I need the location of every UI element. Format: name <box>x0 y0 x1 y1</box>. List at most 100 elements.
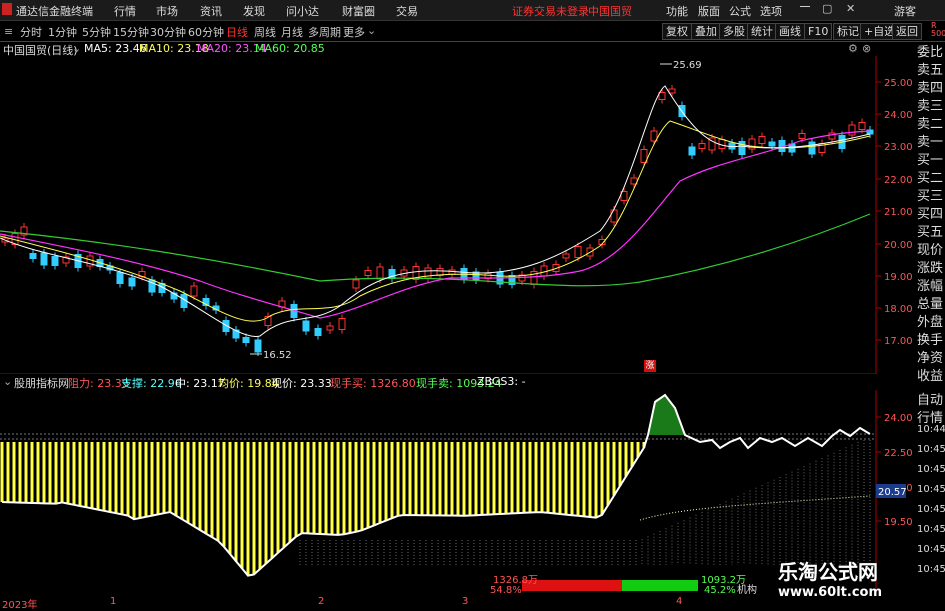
indicator-name: 股朋指标网 <box>14 377 69 390</box>
tongji-button[interactable]: 统计 <box>747 23 777 40</box>
ma60-label: MA60: 20.85 <box>255 42 325 55</box>
guest-label[interactable]: 游客 <box>894 3 916 19</box>
menu-zixun[interactable]: 资讯 <box>200 3 222 19</box>
candle-body <box>51 256 59 266</box>
period-15min[interactable]: 15分钟 <box>113 24 149 40</box>
menu-hangqing[interactable]: 行情 <box>114 3 136 19</box>
period-30min[interactable]: 30分钟 <box>150 24 186 40</box>
period-fenshi[interactable]: 分时 <box>20 24 42 40</box>
minimize-icon[interactable] <box>800 6 810 7</box>
period-daily[interactable]: 日线 <box>226 24 248 40</box>
sidebar-item[interactable]: 换手 <box>917 332 945 350</box>
sidebar-item[interactable]: 买二 <box>917 170 945 188</box>
yellow-bar <box>594 442 598 518</box>
period-1min[interactable]: 1分钟 <box>48 24 77 40</box>
menu-jiaoyi[interactable]: 交易 <box>396 3 418 19</box>
period-weekly[interactable]: 周线 <box>254 24 276 40</box>
yellow-bar <box>600 442 604 515</box>
sidebar-item[interactable]: 卖三 <box>917 98 945 116</box>
chevron-down-icon[interactable]: ⌄ <box>367 24 376 37</box>
yellow-bar <box>582 442 586 517</box>
sidebar-item[interactable]: 涨跌 <box>917 260 945 278</box>
candle-body <box>828 132 836 140</box>
yellow-bar <box>48 442 52 504</box>
sidebar-item[interactable]: 外盘 <box>917 314 945 332</box>
yellow-bar <box>0 442 4 503</box>
diejia-button[interactable]: 叠加 <box>691 23 721 40</box>
yellow-bar <box>606 442 610 506</box>
period-monthly[interactable]: 月线 <box>281 24 303 40</box>
yellow-bar <box>102 442 106 511</box>
sidebar-item[interactable]: 涨幅 <box>917 278 945 296</box>
menu-caifuquan[interactable]: 财富圈 <box>342 3 375 19</box>
chevron-down-icon[interactable]: ⌄ <box>3 375 12 388</box>
sidebar-item[interactable]: 净资 <box>917 350 945 368</box>
chevron-down-icon[interactable]: ⌄ <box>72 42 81 55</box>
candle-body <box>190 285 198 297</box>
sidebar-item[interactable]: 卖一 <box>917 134 945 152</box>
close-icon[interactable]: ✕ <box>846 2 855 15</box>
sidebar-item[interactable]: 卖五 <box>917 62 945 80</box>
menu-xuanxiang[interactable]: 选项 <box>760 3 782 19</box>
candle-body <box>364 270 372 276</box>
candle-body <box>448 269 456 275</box>
sidebar-item[interactable]: 委比 <box>917 44 945 62</box>
app-logo-icon <box>2 3 12 15</box>
sidebar-item[interactable]: 卖四 <box>917 80 945 98</box>
f10-button[interactable]: F10 <box>804 23 833 40</box>
yellow-bar <box>546 442 550 513</box>
yellow-bar <box>66 442 70 504</box>
candle-body <box>302 320 310 332</box>
biaoji-button[interactable]: 标记 <box>833 23 863 40</box>
duogu-button[interactable]: 多股 <box>719 23 749 40</box>
y-tick: 19.00 <box>884 272 913 283</box>
menu-gongshi[interactable]: 公式 <box>729 3 751 19</box>
gear-icon[interactable]: ⚙ <box>848 42 858 55</box>
back-button[interactable]: 返回 <box>892 23 922 40</box>
watermark-title: 乐淘公式网 <box>778 560 878 584</box>
candle-body <box>758 136 766 144</box>
yellow-bar <box>288 442 292 542</box>
yellow-bar <box>78 442 82 506</box>
period-multi[interactable]: 多周期 <box>308 24 341 40</box>
close-icon[interactable]: ⊗ <box>862 42 871 55</box>
yellow-bar <box>432 442 436 516</box>
yellow-bar <box>552 442 556 514</box>
yellow-bar <box>144 442 148 517</box>
menu-faxian[interactable]: 发现 <box>243 3 265 19</box>
sidebar-item[interactable]: 自动 <box>917 392 945 410</box>
sidebar-item[interactable]: 总量 <box>917 296 945 314</box>
menu-gongneng[interactable]: 功能 <box>666 3 688 19</box>
yellow-bar <box>138 442 142 518</box>
restore-icon[interactable]: ▢ <box>822 2 832 15</box>
resist-label: 阻力: 23.39 <box>68 377 129 390</box>
list-icon[interactable]: ≡ <box>4 25 13 38</box>
huaxian-button[interactable]: 画线 <box>775 23 805 40</box>
sidebar-item[interactable]: 买一 <box>917 152 945 170</box>
yellow-bar <box>372 442 376 526</box>
candle-body <box>610 209 618 223</box>
sidebar-item[interactable]: 买五 <box>917 224 945 242</box>
menu-shichang[interactable]: 市场 <box>156 3 178 19</box>
yellow-bar <box>402 442 406 516</box>
kline-chart[interactable]: 25.00 24.00 23.00 22.00 21.00 20.00 19.0… <box>0 56 917 374</box>
candle-body <box>128 277 136 287</box>
candle-body <box>376 266 384 280</box>
candle-body <box>738 141 746 155</box>
sidebar-item[interactable]: 现价 <box>917 242 945 260</box>
menu-banmian[interactable]: 版面 <box>698 3 720 19</box>
yellow-bar <box>618 442 622 486</box>
candle-body <box>798 133 806 139</box>
fuquan-button[interactable]: 复权 <box>662 23 692 40</box>
period-5min[interactable]: 5分钟 <box>82 24 111 40</box>
login-status[interactable]: 证券交易未登录 <box>512 3 589 19</box>
sidebar-item[interactable]: 买三 <box>917 188 945 206</box>
sidebar-item[interactable]: 收益 <box>917 368 945 386</box>
period-more[interactable]: 更多 <box>343 24 365 40</box>
sidebar-top: R 500 <box>931 21 945 38</box>
date-axis: 2023年 1 2 3 4 <box>0 596 876 611</box>
menu-wenxiaoda[interactable]: 问小达 <box>286 3 319 19</box>
period-60min[interactable]: 60分钟 <box>188 24 224 40</box>
sidebar-item[interactable]: 买四 <box>917 206 945 224</box>
sidebar-item[interactable]: 卖二 <box>917 116 945 134</box>
